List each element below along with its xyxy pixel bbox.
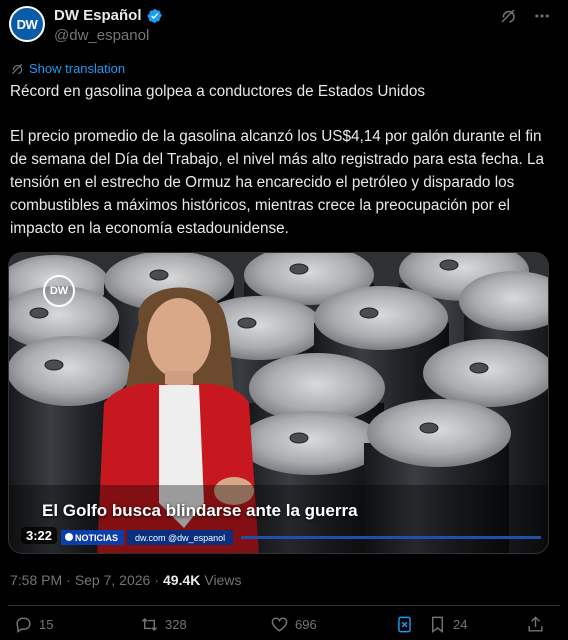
avatar[interactable]: DW bbox=[9, 6, 45, 42]
views-label: Views bbox=[204, 572, 242, 588]
like-button[interactable]: 696 bbox=[270, 615, 317, 634]
video-duration: 3:22 bbox=[21, 527, 58, 544]
display-name[interactable]: DW Español bbox=[54, 7, 142, 24]
grok-analyze-button[interactable] bbox=[395, 615, 414, 634]
name-row: DW Español bbox=[54, 7, 163, 24]
tweet-headline: Récord en gasolina golpea a conductores … bbox=[10, 83, 425, 100]
dw-logo-text: DW bbox=[49, 285, 69, 297]
meta-separator: · bbox=[154, 572, 159, 588]
post-time[interactable]: 7:58 PM bbox=[10, 572, 62, 588]
show-translation-label: Show translation bbox=[29, 61, 126, 76]
ticker-line bbox=[241, 536, 541, 539]
share-icon bbox=[528, 616, 543, 632]
tweet-meta: 7:58 PM · Sep 7, 2026 · 49.4K Views bbox=[10, 572, 241, 588]
action-bar: 15 328 696 24 bbox=[0, 615, 568, 639]
like-count: 696 bbox=[295, 617, 317, 632]
divider bbox=[8, 605, 560, 606]
bookmark-count: 24 bbox=[453, 617, 468, 632]
tweet-body: El precio promedio de la gasolina alcanz… bbox=[10, 128, 545, 237]
more-icon[interactable] bbox=[532, 6, 552, 26]
handle[interactable]: @dw_espanol bbox=[54, 27, 149, 44]
views-count: 49.4K bbox=[163, 572, 201, 588]
bookmark-icon bbox=[432, 616, 443, 634]
grok-analyze-icon bbox=[398, 616, 411, 633]
video-caption: El Golfo busca blindarse ante la guerra bbox=[42, 501, 358, 520]
repost-count: 328 bbox=[165, 617, 187, 632]
avatar-logo-text: DW bbox=[16, 16, 38, 32]
post-date[interactable]: Sep 7, 2026 bbox=[75, 572, 151, 588]
reply-count: 15 bbox=[39, 617, 54, 632]
verified-badge-icon bbox=[147, 8, 162, 23]
like-icon bbox=[271, 617, 288, 632]
ticker-news-label: NOTICIAS bbox=[61, 530, 125, 545]
grok-icon[interactable] bbox=[498, 6, 518, 26]
ticker-site: dw.com @dw_espanol bbox=[127, 530, 234, 545]
translate-icon bbox=[11, 63, 23, 74]
repost-button[interactable]: 328 bbox=[140, 615, 187, 634]
video-player[interactable]: DW El Golfo busca blindarse ante la guer… bbox=[8, 252, 549, 554]
reply-button[interactable]: 15 bbox=[14, 615, 53, 634]
meta-separator: · bbox=[66, 572, 71, 588]
bookmark-button[interactable]: 24 bbox=[428, 615, 467, 634]
tweet: DW DW Español @dw_espanol Show translati… bbox=[0, 0, 568, 640]
repost-icon bbox=[141, 617, 158, 632]
dw-logo: DW bbox=[43, 275, 75, 307]
share-button[interactable] bbox=[526, 615, 545, 634]
header-actions bbox=[498, 6, 552, 26]
show-translation-link[interactable]: Show translation bbox=[10, 61, 125, 76]
reply-icon bbox=[16, 617, 31, 634]
